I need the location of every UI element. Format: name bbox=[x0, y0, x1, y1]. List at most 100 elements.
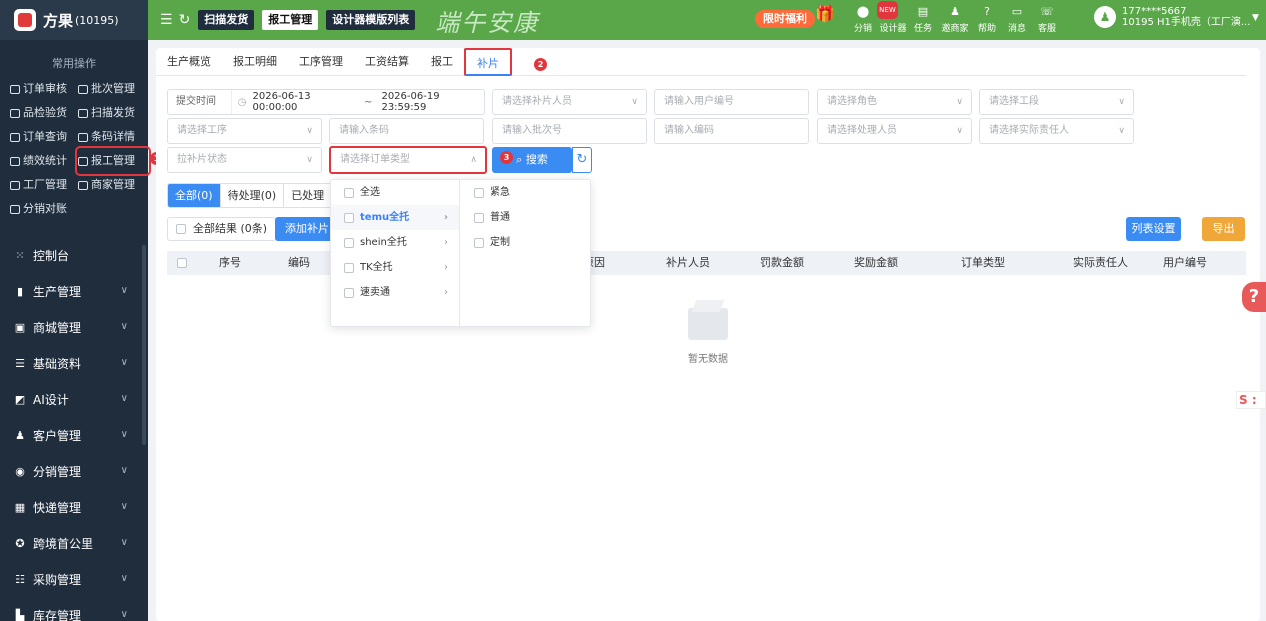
responsible-select[interactable]: 请选择实际责任人 ∨ bbox=[979, 118, 1134, 144]
header-service[interactable]: ☏ 客服 bbox=[1032, 3, 1062, 34]
col-patch-staff: 补片人员 bbox=[666, 256, 710, 269]
user-menu[interactable]: ♟ 177****5667 10195 H1手机壳（工厂演... bbox=[1094, 6, 1250, 28]
checkbox[interactable] bbox=[344, 187, 354, 198]
role-select[interactable]: 请选择角色 ∨ bbox=[817, 89, 972, 115]
patch-status-select[interactable]: 拉补片状态 ∨ bbox=[167, 147, 322, 173]
header-help[interactable]: ? 帮助 bbox=[972, 3, 1002, 34]
checkbox[interactable] bbox=[344, 262, 354, 273]
batch-input[interactable]: 请输入批次号 bbox=[492, 118, 647, 144]
option-shein[interactable]: shein全托 › bbox=[331, 230, 459, 255]
checkbox[interactable] bbox=[344, 237, 354, 248]
menu-crossborder[interactable]: ✪ 跨境首公里 ∨ bbox=[0, 525, 148, 561]
quick-distribution-recon[interactable]: 分销对账 bbox=[10, 197, 78, 221]
brand-name: 方果 bbox=[43, 11, 74, 30]
tab-report[interactable]: 报工 bbox=[420, 48, 464, 76]
production-icon: ▮ bbox=[16, 284, 24, 298]
user-no-input[interactable]: 请输入用户编号 bbox=[654, 89, 809, 115]
help-float-button[interactable]: ? bbox=[1242, 282, 1266, 312]
order-type-select[interactable]: 请选择订单类型 ∧ bbox=[329, 146, 487, 174]
column-settings-button[interactable]: 列表设置 bbox=[1126, 217, 1181, 241]
section-select[interactable]: 请选择工段 ∨ bbox=[979, 89, 1134, 115]
checkbox[interactable] bbox=[176, 224, 186, 234]
date-type-select[interactable]: 提交时间 ∨ bbox=[168, 90, 232, 131]
menu-toggle-icon[interactable]: ☰ bbox=[160, 12, 173, 28]
option-temu[interactable]: temu全托 › bbox=[331, 205, 459, 230]
handler-select[interactable]: 请选择处理人员 ∨ bbox=[817, 118, 972, 144]
menu-customer[interactable]: ♟ 客户管理 ∨ bbox=[0, 417, 148, 453]
input-method-icon[interactable]: S : bbox=[1236, 391, 1266, 409]
tab-patch[interactable]: 补片 bbox=[464, 48, 512, 76]
option-aliexpress[interactable]: 速卖通 › bbox=[331, 280, 459, 305]
tab-production-overview[interactable]: 生产概览 bbox=[156, 48, 222, 76]
quick-factory[interactable]: 工厂管理 bbox=[10, 173, 78, 197]
inventory-icon: ▙ bbox=[15, 608, 25, 621]
option-urgent[interactable]: 紧急 bbox=[461, 180, 591, 205]
checkbox-icon bbox=[78, 180, 88, 190]
checkbox[interactable] bbox=[344, 212, 354, 223]
quick-order-review[interactable]: 订单审核 bbox=[10, 77, 78, 101]
menu-basic-data[interactable]: ☰ 基础资料 ∨ bbox=[0, 345, 148, 381]
common-ops-title: 常用操作 bbox=[52, 57, 96, 70]
quick-inspection[interactable]: 品检验货 bbox=[10, 101, 78, 125]
caret-down-icon[interactable]: ▼ bbox=[1252, 13, 1259, 23]
checkbox[interactable] bbox=[474, 187, 484, 198]
col-code: 编码 bbox=[288, 256, 310, 269]
clock-icon: ◷ bbox=[237, 96, 247, 108]
chevron-down-icon: ∨ bbox=[306, 126, 313, 136]
refresh-icon[interactable]: ↻ bbox=[179, 12, 191, 28]
select-all-results[interactable]: 全部结果 (0条) bbox=[167, 217, 277, 241]
header-checkbox[interactable] bbox=[177, 258, 187, 268]
reset-button[interactable]: ↻ bbox=[572, 147, 592, 173]
barcode-input[interactable]: 请输入条码 bbox=[329, 118, 484, 144]
header-scan-ship-button[interactable]: 扫描发货 bbox=[198, 10, 255, 30]
sidebar-scrollbar[interactable] bbox=[142, 245, 146, 445]
promo-badge[interactable]: 限时福利 bbox=[755, 10, 815, 28]
submit-time-range[interactable]: 提交时间 ∨ ◷ 2026-06-13 00:00:00 ~ 2026-06-1… bbox=[167, 89, 485, 131]
status-tab-processed[interactable]: 已处理 bbox=[284, 184, 333, 207]
quick-order-query[interactable]: 订单查询 bbox=[10, 125, 78, 149]
menu-purchase[interactable]: ☷ 采购管理 ∨ bbox=[0, 561, 148, 597]
patch-staff-select[interactable]: 请选择补片人员 ∨ bbox=[492, 89, 647, 115]
quick-merchant[interactable]: 商家管理 bbox=[78, 173, 148, 197]
header-task[interactable]: ▤ 任务 bbox=[908, 3, 938, 34]
code-input[interactable]: 请输入编码 bbox=[654, 118, 809, 144]
menu-dashboard[interactable]: ⁙ 控制台 bbox=[0, 237, 148, 273]
status-tab-all[interactable]: 全部(0) bbox=[168, 184, 221, 207]
option-custom[interactable]: 定制 bbox=[461, 230, 591, 255]
checkbox[interactable] bbox=[474, 237, 484, 248]
header-icon-label: 任务 bbox=[913, 24, 932, 34]
option-select-all[interactable]: 全选 bbox=[331, 180, 459, 205]
menu-label: 采购管理 bbox=[33, 572, 82, 587]
status-tab-pending[interactable]: 待处理(0) bbox=[221, 184, 285, 207]
process-select[interactable]: 请选择工序 ∨ bbox=[167, 118, 322, 144]
stats-icon bbox=[10, 156, 20, 166]
menu-inventory[interactable]: ▙ 库存管理 ∨ bbox=[0, 597, 148, 621]
header-template-list-button[interactable]: 设计器模版列表 bbox=[326, 10, 416, 30]
tab-wage-settlement[interactable]: 工资结算 bbox=[354, 48, 420, 76]
menu-mall[interactable]: ▣ 商城管理 ∨ bbox=[0, 309, 148, 345]
menu-express[interactable]: ▦ 快递管理 ∨ bbox=[0, 489, 148, 525]
header-work-report-button[interactable]: 报工管理 bbox=[262, 10, 319, 30]
menu-distribution[interactable]: ◉ 分销管理 ∨ bbox=[0, 453, 148, 489]
quick-scan-ship[interactable]: 扫描发货 bbox=[78, 101, 148, 125]
header-invite[interactable]: ♟ 邀商家 bbox=[938, 3, 972, 34]
header-message[interactable]: ▭ 消息 bbox=[1002, 3, 1032, 34]
checkbox[interactable] bbox=[474, 212, 484, 223]
tab-report-detail[interactable]: 报工明细 bbox=[222, 48, 288, 76]
header-distribution[interactable]: ⬤ NEW 分销 bbox=[848, 1, 898, 34]
logo[interactable]: 方果 (10195) bbox=[0, 0, 148, 40]
header-icon-label: 客服 bbox=[1037, 24, 1056, 34]
quick-work-report[interactable]: 报工管理 bbox=[75, 146, 151, 176]
quick-links: 订单审核 批次管理 品检验货 扫描发货 订单查询 条码详情 绩效统计 报工管理 … bbox=[0, 77, 151, 221]
quick-barcode-detail[interactable]: 条码详情 bbox=[78, 125, 148, 149]
menu-ai-design[interactable]: ◩ AI设计 ∨ bbox=[0, 381, 148, 417]
option-normal[interactable]: 普通 bbox=[461, 205, 591, 230]
option-tk[interactable]: TK全托 › bbox=[331, 255, 459, 280]
export-button[interactable]: 导出 bbox=[1202, 217, 1245, 241]
tab-process-manage[interactable]: 工序管理 bbox=[288, 48, 354, 76]
quick-batch-manage[interactable]: 批次管理 bbox=[78, 77, 148, 101]
express-icon: ▦ bbox=[14, 500, 26, 514]
checkbox[interactable] bbox=[344, 287, 354, 298]
menu-production[interactable]: ▮ 生产管理 ∨ bbox=[0, 273, 148, 309]
quick-performance[interactable]: 绩效统计 bbox=[10, 149, 78, 173]
